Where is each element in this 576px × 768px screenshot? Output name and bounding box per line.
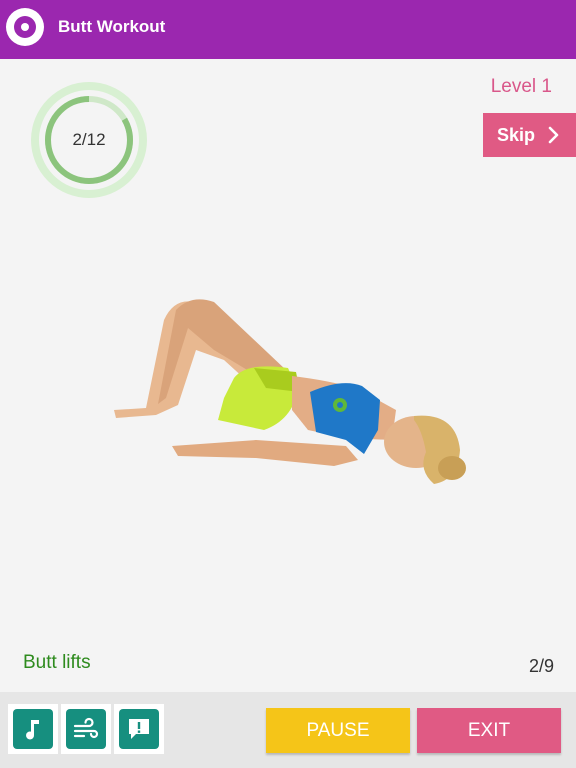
progress-counter: 2/12: [72, 130, 106, 149]
exercise-counter: 2/9: [528, 656, 554, 676]
feedback-button[interactable]: [114, 704, 164, 754]
wind-button[interactable]: [61, 704, 111, 754]
level-label: Level 1: [490, 76, 552, 97]
music-note-icon: [26, 720, 39, 740]
pause-button[interactable]: PAUSE: [266, 708, 410, 753]
music-button[interactable]: [8, 704, 58, 754]
exercise-illustration: [114, 299, 466, 484]
wind-icon: [73, 717, 99, 739]
exit-button[interactable]: EXIT: [417, 708, 561, 753]
chevron-right-icon: [548, 126, 559, 144]
page-title: Butt Workout: [58, 17, 166, 36]
top-app-bar: Butt Workout: [0, 0, 576, 59]
exercise-progress-ring: 2/12: [31, 82, 147, 198]
feedback-icon: [129, 719, 149, 739]
exercise-name: Butt lifts: [23, 652, 91, 673]
skip-button[interactable]: Skip: [483, 113, 576, 157]
skip-label: Skip: [497, 125, 536, 145]
app-logo-icon[interactable]: [6, 8, 44, 46]
